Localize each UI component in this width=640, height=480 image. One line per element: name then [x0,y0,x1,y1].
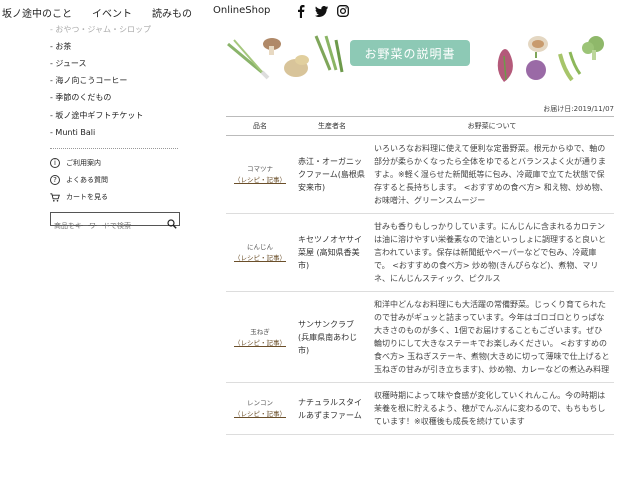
delivery-date: お届け日:2019/11/07 [543,105,614,113]
guide-link[interactable]: i ご利用案内 [50,158,101,168]
header-name: 品名 [226,116,294,136]
search-box [50,212,180,232]
sidebar-item-tea[interactable]: - お茶 [50,41,71,52]
table-row: にんじん （レシピ・記事） キセツノオヤサイ菜屋 (高知県香美市) 甘みも香りも… [226,213,614,292]
cart-icon [50,192,60,202]
recipe-link[interactable]: （レシピ・記事） [234,175,286,185]
sidebar-item-juice[interactable]: - ジュース [50,58,86,69]
faq-link[interactable]: ? よくある質問 [50,175,108,185]
header-about: お野菜について [370,116,614,136]
page-title: お野菜の説明書 [350,40,470,66]
nav-link-onlineshop[interactable]: OnlineShop [213,5,270,16]
twitter-icon[interactable] [314,4,328,18]
vegetable-banner: お野菜の説明書 [224,30,616,86]
vegetable-name-cell: 玉ねぎ （レシピ・記事） [226,291,294,383]
sidebar-item-munti-bali[interactable]: - Munti Bali [50,128,95,137]
vegetable-description: いろいろなお料理に使えて便利な定番野菜。根元からゆで、軸の部分が柔らかくなったら… [370,135,614,214]
producer-name: 赤江・オーガニックファーム(島根県安来市) [294,135,370,214]
table-row: コマツナ （レシピ・記事） 赤江・オーガニックファーム(島根県安来市) いろいろ… [226,135,614,214]
vegetable-description: 収穫時期によって味や食感が変化していくれんこん。今の時期は茉養を根に貯えるよう、… [370,382,614,435]
info-icon: i [50,158,60,168]
sidebar-divider [50,148,178,149]
cart-link[interactable]: カートを見る [50,192,108,202]
vegetable-name: 玉ねぎ [250,327,270,336]
vegetable-table: 品名 生産者名 お野菜について コマツナ （レシピ・記事） 赤江・オーガニックフ… [226,116,614,435]
nav-link-about[interactable]: 坂ノ途中のこと [2,5,72,20]
vegetable-description: 和洋中どんなお料理にも大活躍の常備野菜。じっくり育てられたので甘みがギュッと詰ま… [370,291,614,383]
vegetable-name: コマツナ [247,165,273,173]
recipe-link[interactable]: （レシピ・記事） [234,253,286,263]
nav-link-event[interactable]: イベント [92,5,132,20]
sidebar-item-gift-ticket[interactable]: - 坂ノ途中ギフトチケット [50,110,143,121]
recipe-link[interactable]: （レシピ・記事） [234,409,286,419]
top-navigation: 坂ノ途中のこと イベント 読みもの OnlineShop [0,0,640,24]
producer-name: キセツノオヤサイ菜屋 (高知県香美市) [294,213,370,292]
header-producer: 生産者名 [294,116,370,136]
table-header-row: 品名 生産者名 お野菜について [226,116,614,136]
vegetable-name-cell: にんじん （レシピ・記事） [226,213,294,292]
vegetable-name: にんじん [247,243,273,251]
vegetable-name-cell: コマツナ （レシピ・記事） [226,135,294,214]
vegetable-description: 甘みも香りもしっかりしています。にんじんに含まれるカロテンは油に溶けやすい栄養素… [370,213,614,292]
recipe-link[interactable]: （レシピ・記事） [234,338,286,348]
table-row: レンコン （レシピ・記事） ナチュラルスタイルあずまファーム 収穫時期によって味… [226,382,614,435]
vegetable-name-cell: レンコン （レシピ・記事） [226,382,294,435]
search-icon[interactable] [167,214,177,229]
sidebar-item-coffee[interactable]: - 海ノ向こうコーヒー [50,75,127,86]
sidebar-item-snacks[interactable]: - おやつ・ジャム・シロップ [50,24,151,35]
producer-name: サンサンクラブ (兵庫県南あわじ市) [294,291,370,383]
table-row: 玉ねぎ （レシピ・記事） サンサンクラブ (兵庫県南あわじ市) 和洋中どんなお料… [226,291,614,383]
facebook-icon[interactable] [294,4,308,18]
search-input[interactable] [51,220,167,232]
vegetable-name: レンコン [247,399,273,407]
guide-link-label: ご利用案内 [66,159,101,167]
sidebar-item-fruit[interactable]: - 季節のくだもの [50,92,111,103]
cart-link-label: カートを見る [66,193,108,201]
instagram-icon[interactable] [336,4,350,18]
faq-link-label: よくある質問 [66,176,108,184]
question-icon: ? [50,175,60,185]
nav-link-reading[interactable]: 読みもの [152,5,192,20]
producer-name: ナチュラルスタイルあずまファーム [294,382,370,435]
